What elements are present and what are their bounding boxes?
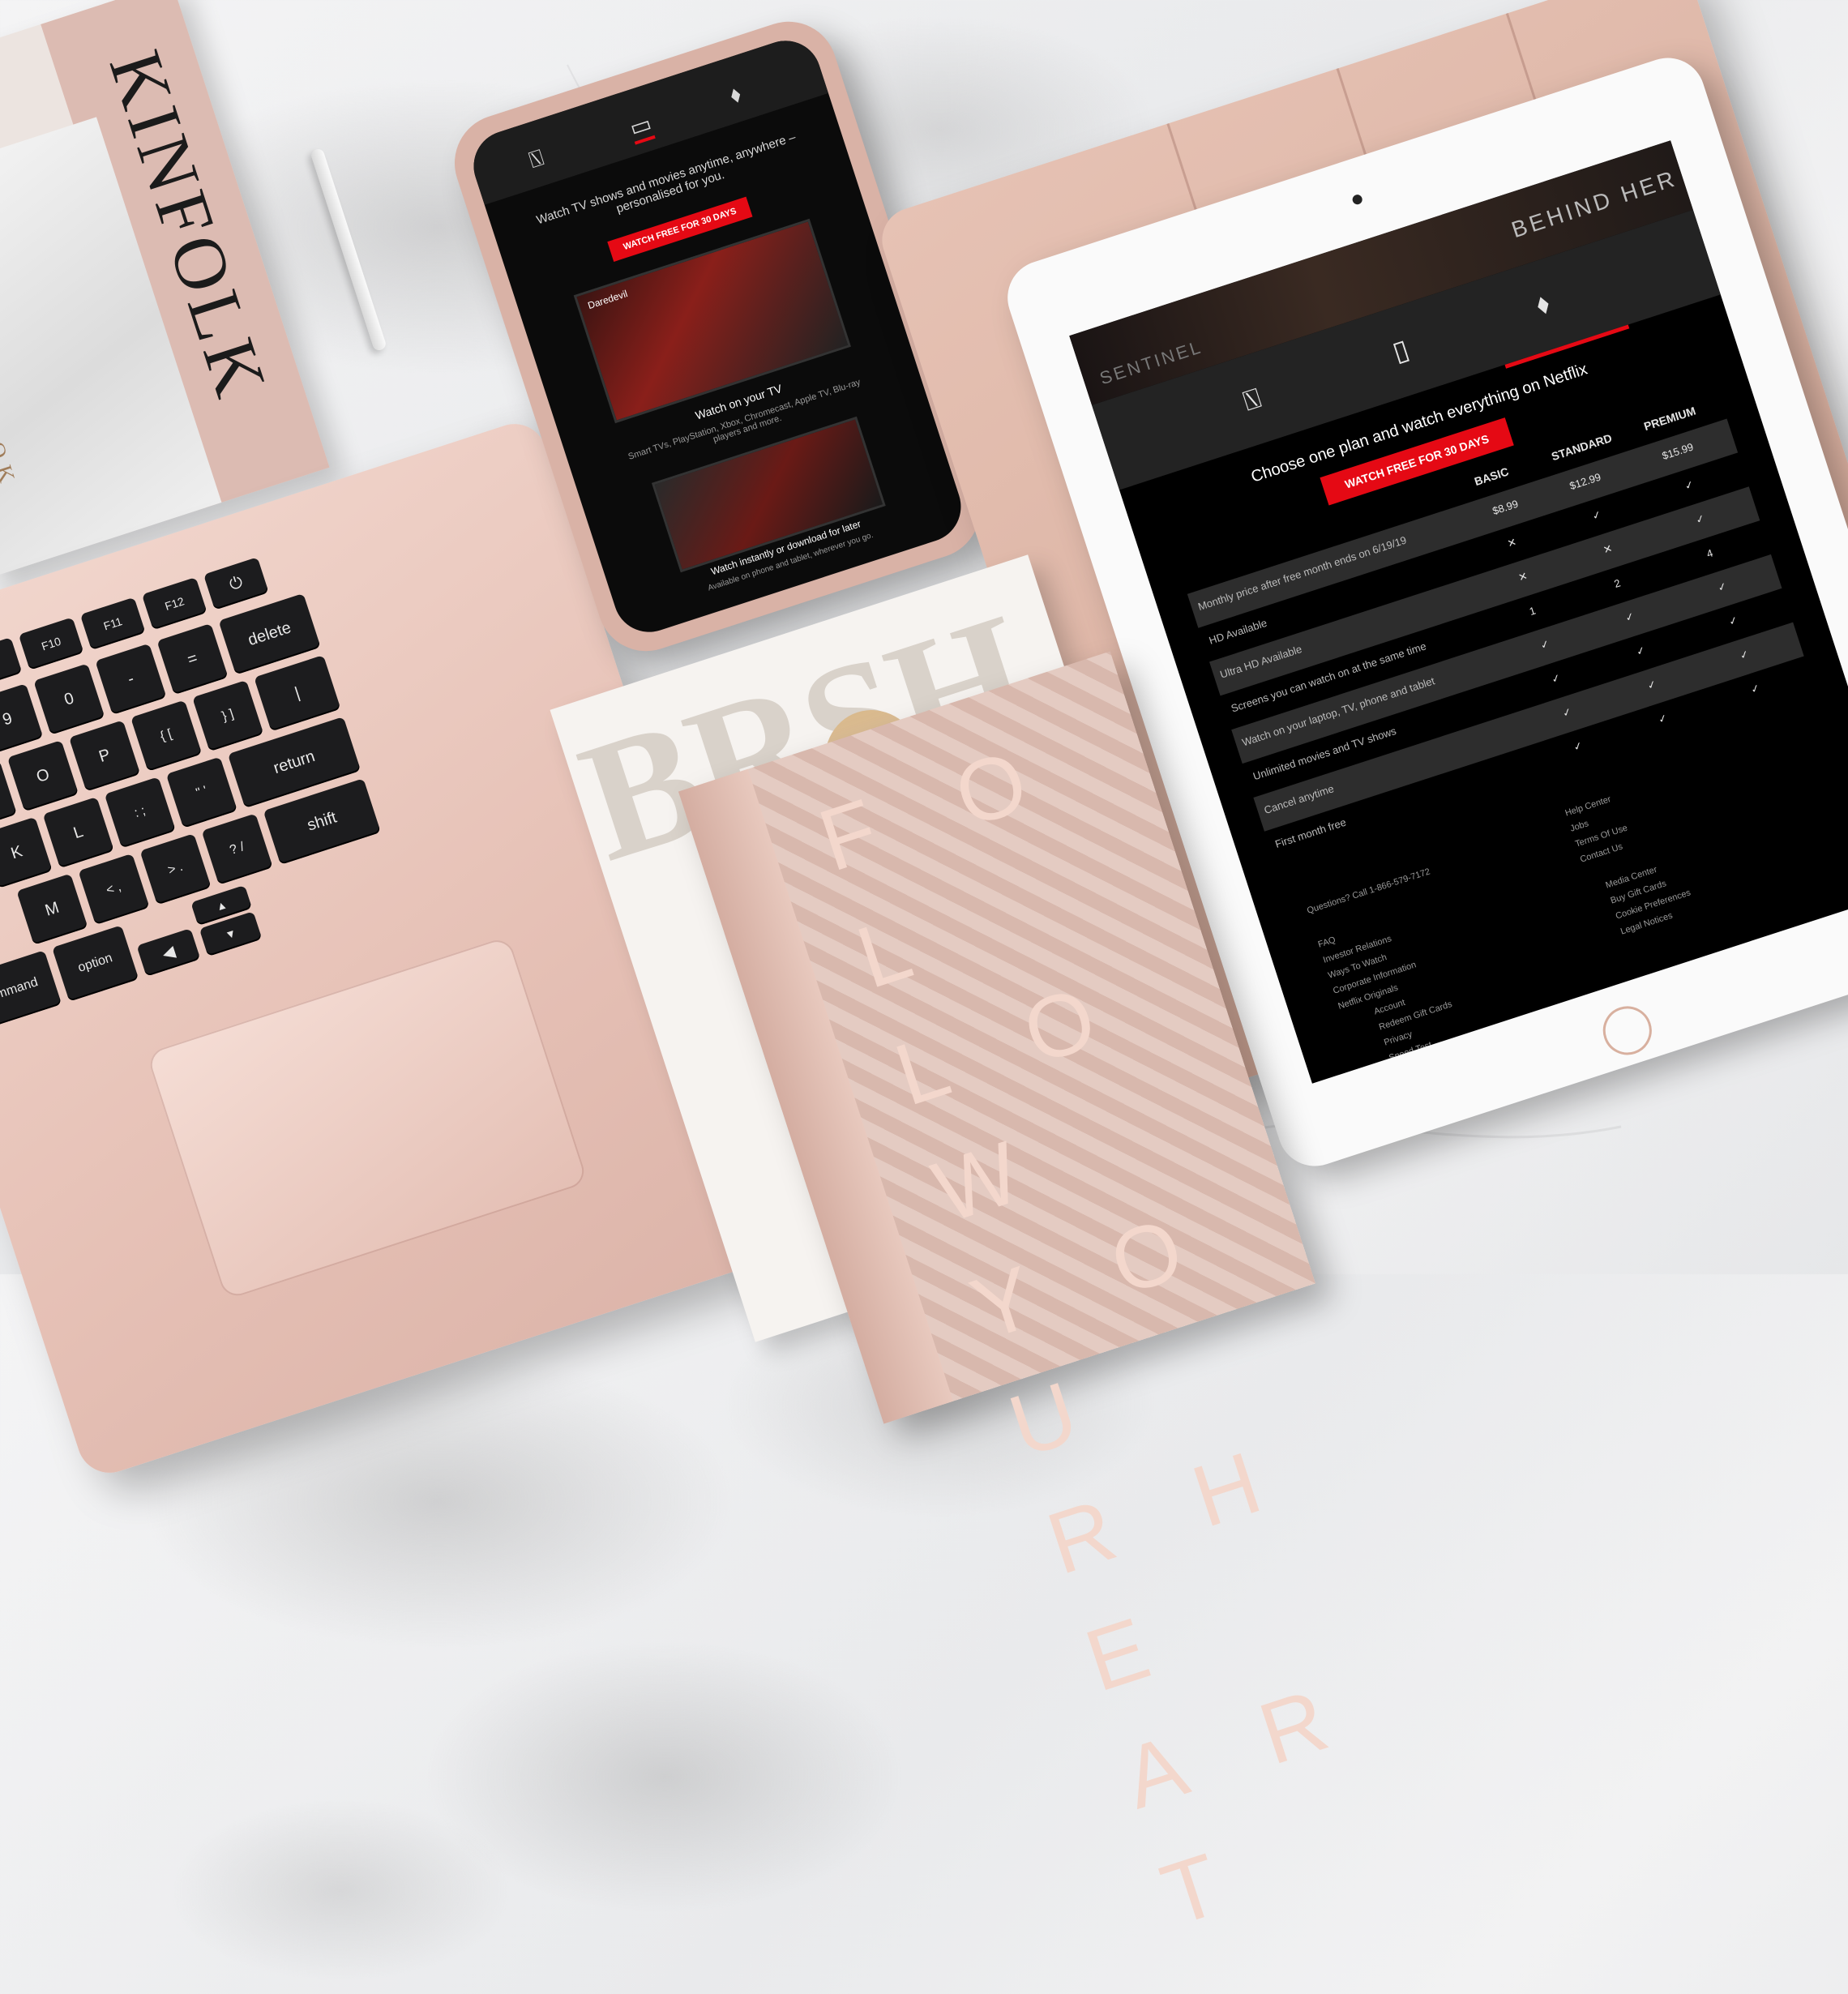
key-f9[interactable]: F9 <box>0 637 23 691</box>
row-basic: 1 <box>1527 604 1538 618</box>
row-basic: ✕ <box>1505 535 1518 550</box>
row-basic: ✓ <box>1560 704 1573 720</box>
key-p[interactable]: P <box>68 720 141 792</box>
key-f10[interactable]: F10 <box>18 617 84 670</box>
key-backslash[interactable]: | <box>254 655 341 732</box>
key-slash[interactable]: ? / <box>201 813 273 885</box>
key-semicolon[interactable]: : ; <box>104 777 176 849</box>
power-icon[interactable]: ⏻ <box>203 557 269 610</box>
plan-basic[interactable]: BASIC <box>1473 464 1510 488</box>
row-basic: ✓ <box>1550 671 1563 686</box>
key-m[interactable]: M <box>16 873 88 945</box>
row-standard: ✓ <box>1590 507 1603 523</box>
row-premium: ✓ <box>1738 647 1751 662</box>
row-premium: ✓ <box>1683 477 1696 493</box>
key-l[interactable]: L <box>42 796 114 869</box>
row-standard: ✓ <box>1634 644 1647 658</box>
key-equals[interactable]: = <box>156 623 229 695</box>
keyboard: F9 F10 F11 F12 ⏻ 8 9 0 - = delete I O P … <box>0 472 640 1055</box>
row-premium: ✓ <box>1716 580 1729 594</box>
row-premium: ✓ <box>1749 681 1762 696</box>
key-9[interactable]: 9 <box>0 683 44 755</box>
tablet-camera <box>1351 193 1364 206</box>
phone-icon: ▯ <box>1388 333 1414 368</box>
row-basic: $8.99 <box>1491 497 1521 518</box>
footer-col-2: Help Center Jobs Terms Of Use Contact Us <box>1563 789 1635 868</box>
key-bracket-open[interactable]: { [ <box>130 700 203 772</box>
row-standard: 2 <box>1612 576 1623 591</box>
key-o[interactable]: O <box>6 740 79 812</box>
row-standard: ✓ <box>1623 610 1636 624</box>
plan-premium[interactable]: PREMIUM <box>1642 404 1697 433</box>
row-basic: ✓ <box>1572 738 1585 754</box>
footer-col-4: Media Center Buy Gift Cards Cookie Prefe… <box>1603 854 1698 940</box>
key-comma[interactable]: < , <box>78 853 150 926</box>
row-standard: $12.99 <box>1568 470 1602 493</box>
row-standard: ✓ <box>1645 677 1658 692</box>
key-quote[interactable]: " ' <box>165 756 237 828</box>
row-standard: ✓ <box>1656 711 1669 726</box>
key-option[interactable]: option <box>52 925 139 1002</box>
row-basic: ✕ <box>1516 569 1529 584</box>
key-bracket-close[interactable]: } ] <box>192 679 264 752</box>
row-label: HD Available <box>1207 616 1268 647</box>
key-command[interactable]: command <box>0 950 62 1032</box>
door-icon[interactable]: ⍂ <box>526 144 547 174</box>
row-premium: 4 <box>1705 546 1715 560</box>
home-button[interactable] <box>1596 999 1658 1062</box>
footer-phone[interactable]: Questions? Call 1-866-579-7172 <box>1306 866 1431 916</box>
key-k[interactable]: K <box>0 816 53 888</box>
row-standard: ✕ <box>1601 541 1614 557</box>
tag-icon[interactable]: ⬧ <box>726 80 744 109</box>
key-minus[interactable]: - <box>95 643 167 715</box>
row-premium: $15.99 <box>1660 440 1696 463</box>
tv-icon[interactable]: ▭ <box>626 109 657 145</box>
row-premium: ✓ <box>1726 614 1739 628</box>
key-0[interactable]: 0 <box>33 663 105 735</box>
key-f12[interactable]: F12 <box>141 576 207 631</box>
row-premium: ✓ <box>1694 511 1707 527</box>
arrow-left-icon[interactable]: ◀ <box>136 928 201 977</box>
key-f11[interactable]: F11 <box>79 597 146 651</box>
phone-tile-title: Daredevil <box>586 288 629 312</box>
trackpad[interactable] <box>146 935 588 1301</box>
row-basic: ✓ <box>1538 637 1551 652</box>
tag-icon: ⬧ <box>1532 287 1554 321</box>
key-period[interactable]: > . <box>139 833 212 905</box>
door-icon: ⍂ <box>1239 383 1265 417</box>
